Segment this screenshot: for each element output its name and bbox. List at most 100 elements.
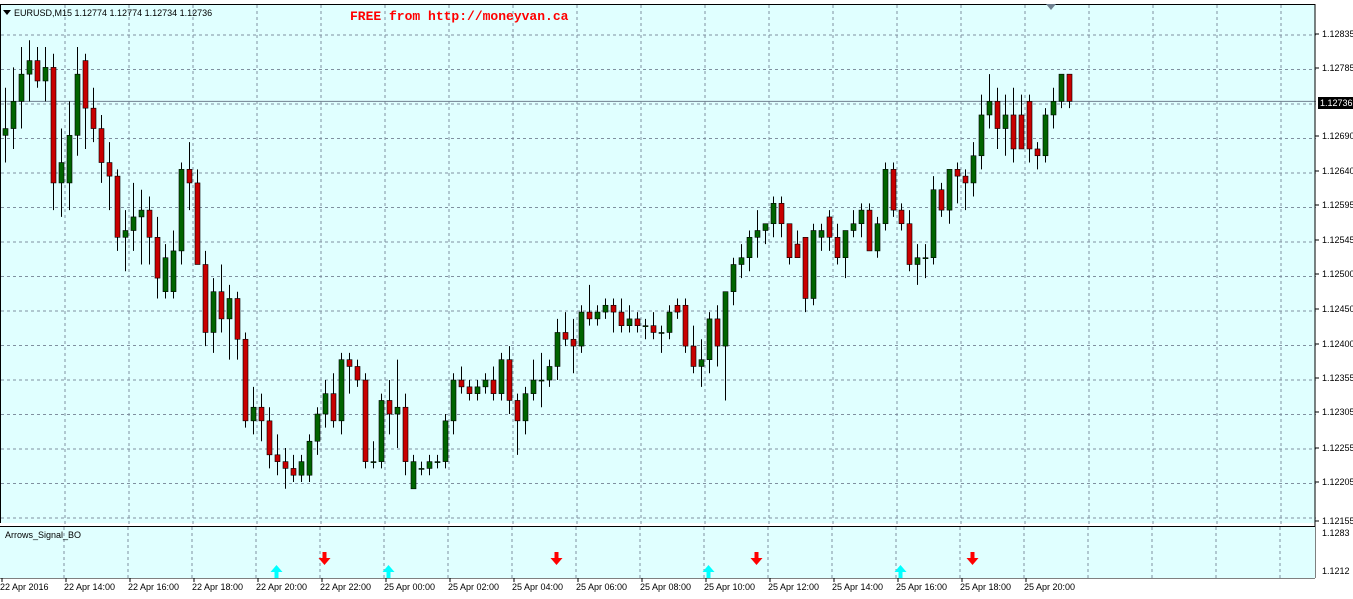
candle-body bbox=[450, 379, 457, 422]
candle-body bbox=[242, 338, 249, 422]
candle-body bbox=[1010, 114, 1017, 150]
candle-body bbox=[914, 257, 921, 265]
candle-body bbox=[98, 128, 105, 163]
candle-body bbox=[866, 209, 873, 252]
price-axis-label: 1.12255 bbox=[1322, 443, 1353, 453]
price-axis-label: 1.12785 bbox=[1322, 63, 1353, 73]
candle-body bbox=[74, 73, 81, 136]
candle-body bbox=[722, 291, 729, 347]
candle-body bbox=[474, 386, 481, 394]
candle-body bbox=[818, 230, 825, 238]
dropdown-triangle-icon[interactable] bbox=[3, 10, 11, 15]
candle-body bbox=[706, 318, 713, 360]
candle-body bbox=[602, 304, 609, 313]
candle-body bbox=[986, 101, 993, 116]
candle-body bbox=[458, 379, 465, 388]
indicator-axis-label: 1.1212 bbox=[1322, 566, 1350, 576]
indicator-title: Arrows_Signal_BO bbox=[5, 530, 82, 540]
candle-body bbox=[882, 169, 889, 225]
candlestick-chart[interactable] bbox=[1, 5, 1316, 524]
time-axis-label: 25 Apr 10:00 bbox=[704, 582, 755, 592]
candle-body bbox=[1018, 114, 1025, 150]
candle-body bbox=[562, 332, 569, 340]
candle-body bbox=[266, 420, 273, 456]
candle-body bbox=[1042, 114, 1049, 157]
time-axis-label: 22 Apr 20:00 bbox=[256, 582, 307, 592]
indicator-pane[interactable] bbox=[0, 526, 1315, 579]
candle-body bbox=[746, 237, 753, 259]
candle-body bbox=[418, 468, 425, 470]
price-axis-label: 1.12500 bbox=[1322, 269, 1353, 279]
candle-body bbox=[18, 73, 25, 102]
down-arrow-icon bbox=[966, 552, 979, 565]
candle-body bbox=[946, 169, 953, 211]
chart-shift-marker-icon[interactable] bbox=[1046, 4, 1056, 10]
current-price-label: 1.12736 bbox=[1318, 97, 1353, 109]
time-axis-label: 22 Apr 14:00 bbox=[64, 582, 115, 592]
candle-body bbox=[2, 128, 9, 136]
candle-body bbox=[514, 400, 521, 422]
candle-body bbox=[634, 318, 641, 326]
time-axis-label: 22 Apr 2016 bbox=[0, 582, 49, 592]
candle-body bbox=[738, 257, 745, 265]
candle-body bbox=[10, 101, 17, 129]
candle-body bbox=[906, 223, 913, 265]
candle-body bbox=[666, 311, 673, 333]
candle-body bbox=[626, 318, 633, 326]
candle-body bbox=[66, 135, 73, 184]
time-axis-label: 25 Apr 08:00 bbox=[640, 582, 691, 592]
price-axis-label: 1.12545 bbox=[1322, 235, 1353, 245]
time-axis-label: 25 Apr 20:00 bbox=[1024, 582, 1075, 592]
candle-body bbox=[594, 311, 601, 320]
time-axis-label: 25 Apr 04:00 bbox=[512, 582, 563, 592]
price-axis-label: 1.12355 bbox=[1322, 373, 1353, 383]
candle-body bbox=[570, 338, 577, 347]
candle-body bbox=[26, 60, 33, 75]
candle-body bbox=[618, 311, 625, 326]
candle-body bbox=[482, 379, 489, 388]
chart-window[interactable]: EURUSD,M15 1.12774 1.12774 1.12734 1.127… bbox=[0, 0, 1353, 599]
candle-body bbox=[402, 406, 409, 462]
candle-body bbox=[826, 216, 833, 238]
candle-body bbox=[146, 209, 153, 238]
candle-body bbox=[306, 440, 313, 476]
candle-body bbox=[250, 406, 257, 422]
candle-body bbox=[890, 169, 897, 211]
candle-body bbox=[858, 209, 865, 225]
candle-body bbox=[530, 379, 537, 394]
candle-body bbox=[106, 162, 113, 177]
candle-body bbox=[546, 366, 553, 381]
price-axis-label: 1.12155 bbox=[1322, 516, 1353, 526]
candle-body bbox=[90, 107, 97, 129]
price-axis-label: 1.12305 bbox=[1322, 407, 1353, 417]
candle-body bbox=[218, 291, 225, 320]
candle-body bbox=[810, 230, 817, 299]
candle-body bbox=[522, 393, 529, 422]
time-axis-label: 25 Apr 18:00 bbox=[960, 582, 1011, 592]
candle-body bbox=[762, 223, 769, 231]
candle-body bbox=[114, 175, 121, 238]
candle-body bbox=[362, 379, 369, 462]
price-axis-label: 1.12640 bbox=[1322, 166, 1353, 176]
candle-body bbox=[394, 406, 401, 415]
candle-body bbox=[922, 257, 929, 260]
price-axis-label: 1.12400 bbox=[1322, 339, 1353, 349]
candle-body bbox=[1066, 73, 1073, 102]
candle-body bbox=[298, 461, 305, 476]
price-axis-label: 1.12690 bbox=[1322, 131, 1353, 141]
candle-body bbox=[178, 169, 185, 252]
candle-body bbox=[50, 67, 57, 184]
candle-body bbox=[650, 325, 657, 333]
candle-body bbox=[162, 257, 169, 292]
time-axis-label: 25 Apr 14:00 bbox=[832, 582, 883, 592]
time-axis-label: 25 Apr 12:00 bbox=[768, 582, 819, 592]
price-axis-label: 1.12595 bbox=[1322, 200, 1353, 210]
candle-body bbox=[258, 406, 265, 422]
price-chart-pane[interactable] bbox=[0, 4, 1316, 524]
candle-body bbox=[554, 332, 561, 367]
price-axis-label: 1.12450 bbox=[1322, 304, 1353, 314]
candle-body bbox=[498, 359, 505, 394]
arrows-signal-chart[interactable] bbox=[0, 527, 1315, 579]
time-axis-label: 22 Apr 18:00 bbox=[192, 582, 243, 592]
candle-body bbox=[58, 162, 65, 184]
